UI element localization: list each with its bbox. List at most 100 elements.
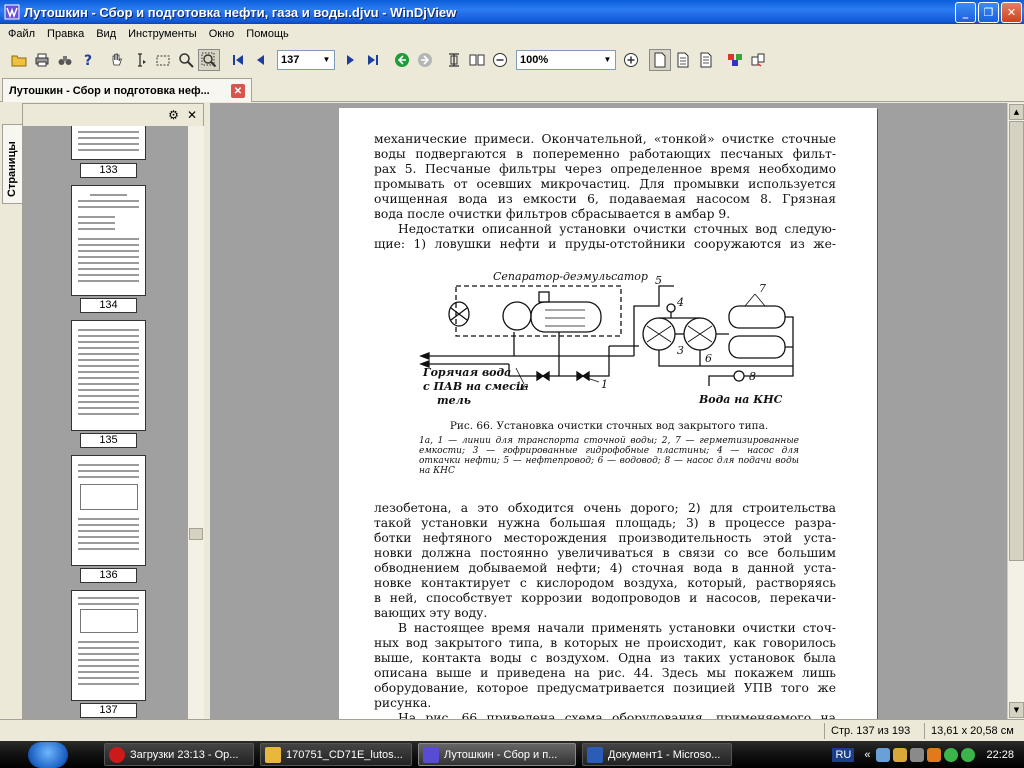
tray-arrow-icon[interactable]: « xyxy=(864,749,870,761)
scroll-up-icon[interactable]: ▲ xyxy=(1009,104,1024,120)
taskbar-item-label: Загрузки 23:13 - Op... xyxy=(130,748,239,761)
scrollbar-thumb[interactable] xyxy=(189,528,203,540)
page-thumbnail[interactable] xyxy=(71,126,146,160)
scrollbar-thumb[interactable] xyxy=(1009,121,1024,561)
close-tab-icon[interactable]: ✕ xyxy=(231,84,245,98)
color-mode-button[interactable] xyxy=(724,49,746,71)
tray-app-icon[interactable] xyxy=(927,747,942,762)
paragraph: механические примеси. Окончательной, «то… xyxy=(374,132,836,222)
back-button[interactable] xyxy=(391,49,413,71)
single-page-button[interactable] xyxy=(649,48,671,71)
minimize-button[interactable]: _ xyxy=(955,2,976,23)
maximize-button[interactable]: ❐ xyxy=(978,2,999,23)
magnifier-icon xyxy=(179,52,194,68)
zoom-value: 100% xyxy=(520,53,549,66)
open-button[interactable] xyxy=(8,49,30,71)
tray-app-icon[interactable] xyxy=(876,747,891,762)
page-number-combo[interactable]: 137 ▼ xyxy=(277,49,335,70)
next-page-button[interactable] xyxy=(339,49,361,71)
taskbar-item-label: Документ1 - Microso... xyxy=(608,748,721,761)
scroll-down-icon[interactable]: ▼ xyxy=(1009,702,1024,718)
facing-button[interactable] xyxy=(695,49,717,71)
print-button[interactable] xyxy=(31,49,53,71)
continuous-button[interactable] xyxy=(672,49,694,71)
zoom-combo[interactable]: 100% ▼ xyxy=(516,49,616,70)
taskbar-item[interactable]: Загрузки 23:13 - Op... xyxy=(104,743,254,766)
page-thumbnail-label[interactable]: 133 xyxy=(80,163,137,178)
menu-view[interactable]: Вид xyxy=(90,28,122,40)
rect-select-button[interactable] xyxy=(152,49,174,71)
diagram-number: 5 xyxy=(655,274,662,287)
page-thumbnail-label[interactable]: 134 xyxy=(80,298,137,313)
first-page-button[interactable] xyxy=(227,49,249,71)
page-thumbnail-label[interactable]: 135 xyxy=(80,433,137,448)
taskbar-item[interactable]: Документ1 - Microso... xyxy=(582,743,732,766)
menu-edit[interactable]: Правка xyxy=(41,28,90,40)
tray-app-icon[interactable] xyxy=(944,747,959,762)
system-tray: RU « 22:28 xyxy=(832,741,1024,768)
status-size: 13,61 x 20,58 см xyxy=(924,723,1022,739)
text-line: механические примеси. Окончательной, «то… xyxy=(374,132,836,146)
clock[interactable]: 22:28 xyxy=(986,749,1014,761)
text-line: щие: 1) ловушки нефти и пруды-отстойники… xyxy=(374,237,836,251)
taskbar-item[interactable]: Лутошкин - Сбор и п... xyxy=(418,743,576,766)
help-button[interactable]: ? xyxy=(77,49,99,71)
folder-icon xyxy=(265,746,281,763)
page-number-value: 137 xyxy=(281,53,300,66)
menu-window[interactable]: Окно xyxy=(203,28,241,40)
zoom-rect-button[interactable] xyxy=(198,48,220,71)
menu-help[interactable]: Помощь xyxy=(240,28,295,40)
next-page-icon xyxy=(347,54,354,65)
page-thumbnail[interactable] xyxy=(71,320,146,431)
page-thumbnail-label[interactable]: 137 xyxy=(80,703,137,718)
page-thumbnail-label[interactable]: 136 xyxy=(80,568,137,583)
document-tab[interactable]: Лутошкин - Сбор и подготовка неф... ✕ xyxy=(2,78,252,102)
rect-select-icon xyxy=(156,55,170,65)
forward-button[interactable] xyxy=(414,49,436,71)
document-page: механические примеси. Окончательной, «то… xyxy=(339,108,877,719)
chevron-down-icon[interactable]: ▼ xyxy=(319,51,334,69)
zoom-in-button[interactable] xyxy=(620,49,642,71)
start-button[interactable] xyxy=(28,742,68,768)
rotate-button[interactable] xyxy=(747,49,769,71)
page-thumbnail[interactable] xyxy=(71,455,146,566)
diagram-label: тель xyxy=(437,394,471,407)
figure-caption: Рис. 66. Установка очистки сточных вод з… xyxy=(419,420,799,476)
text-select-button[interactable] xyxy=(129,49,151,71)
word-icon xyxy=(587,746,603,763)
taskbar-item[interactable]: 170751_CD71E_lutos... xyxy=(260,743,412,766)
title-bar: Лутошкин - Сбор и подготовка нефти, газа… xyxy=(0,0,1024,24)
zoom-tool-button[interactable] xyxy=(175,49,197,71)
zoom-out-button[interactable] xyxy=(489,49,511,71)
document-scrollbar[interactable]: ▲ ▼ xyxy=(1007,103,1024,719)
fit-page-button[interactable] xyxy=(466,49,488,71)
page-thumbnail[interactable] xyxy=(71,185,146,296)
fit-height-button[interactable] xyxy=(443,49,465,71)
hand-tool-button[interactable] xyxy=(106,49,128,71)
gear-icon[interactable]: ⚙ xyxy=(168,108,179,122)
tray-app-icon[interactable] xyxy=(893,747,908,762)
paragraph: лезобетона, а это обходится очень дорого… xyxy=(374,501,836,621)
chevron-down-icon[interactable]: ▼ xyxy=(600,51,615,69)
page-thumbnail[interactable] xyxy=(71,590,146,701)
diagram-number: 3 xyxy=(677,344,684,357)
tray-app-icon[interactable] xyxy=(910,747,925,762)
text-line: в ней, способствует коррозии водопроводо… xyxy=(374,591,836,605)
menu-file[interactable]: Файл xyxy=(2,28,41,40)
close-panel-icon[interactable]: ✕ xyxy=(187,108,197,122)
back-arrow-icon xyxy=(395,52,409,67)
help-icon: ? xyxy=(84,53,92,68)
printer-icon xyxy=(35,53,49,66)
last-page-button[interactable] xyxy=(362,49,384,71)
text-line: новки должна постоянно увеличиваться в с… xyxy=(374,546,836,560)
language-indicator[interactable]: RU xyxy=(832,747,855,762)
find-button[interactable] xyxy=(54,49,76,71)
figure-diagram: Сепаратор-деэмульсатор Горячая вода с ПА… xyxy=(419,270,794,407)
menu-tools[interactable]: Инструменты xyxy=(122,28,203,40)
pages-panel-tab[interactable]: Страницы xyxy=(2,124,23,204)
close-button[interactable]: ✕ xyxy=(1001,2,1022,23)
tray-app-icon[interactable] xyxy=(961,747,976,762)
document-view[interactable]: механические примеси. Окончательной, «то… xyxy=(210,103,1007,719)
prev-page-button[interactable] xyxy=(250,49,272,71)
thumbnail-scrollbar[interactable] xyxy=(188,126,204,719)
